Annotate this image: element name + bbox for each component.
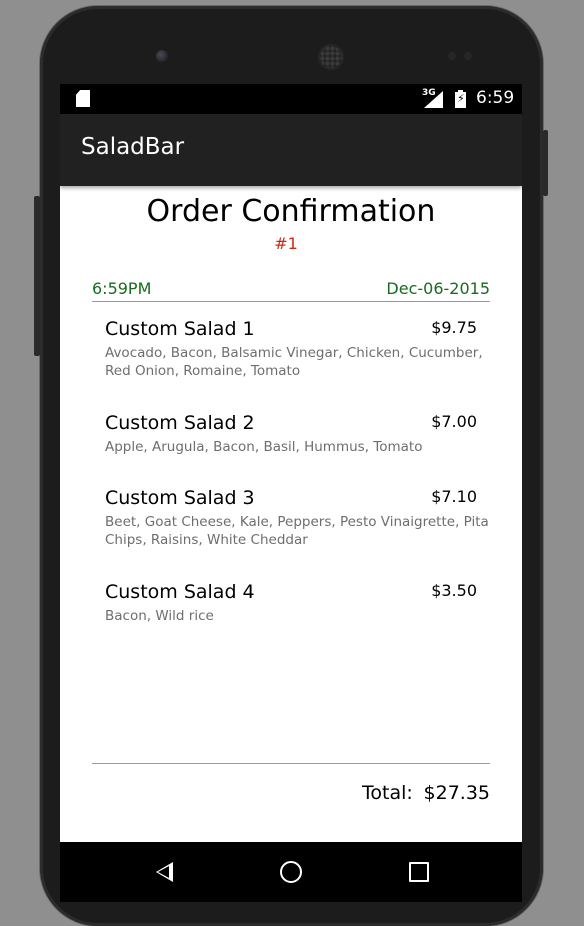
proximity-sensor [448,52,456,60]
device-screen: 3G ⚡ 6:59 SaladBar Order Confirmation #1… [60,84,522,902]
item-price: $9.75 [431,318,477,337]
back-icon [155,862,173,882]
order-number: #1 [274,234,298,253]
order-date: Dec-06-2015 [386,279,490,298]
volume-button [34,196,40,356]
item-name: Custom Salad 2 [105,412,255,434]
header-divider [92,301,490,302]
item-ingredients: Avocado, Bacon, Balsamic Vinegar, Chicke… [105,345,483,379]
app-bar: SaladBar [60,114,522,186]
page-title: Order Confirmation [146,194,436,229]
front-camera [156,50,168,62]
recent-apps-button[interactable] [379,842,459,902]
item-name: Custom Salad 1 [105,318,255,340]
item-ingredients: Beet, Goat Cheese, Kale, Peppers, Pesto … [105,514,489,548]
order-confirmation: Order Confirmation #1 6:59PM Dec-06-2015… [60,186,522,842]
home-button[interactable] [251,842,331,902]
item-ingredients: Apple, Arugula, Bacon, Basil, Hummus, To… [105,439,423,455]
app-title: SaladBar [81,134,185,160]
back-button[interactable] [124,842,204,902]
navigation-bar [60,842,522,902]
item-ingredients: Bacon, Wild rice [105,608,214,624]
item-price: $7.00 [431,412,477,431]
network-type: 3G [422,88,436,98]
battery-charging-icon: ⚡ [455,90,466,108]
power-button [543,130,548,196]
total-label: Total: [362,782,413,804]
total-divider [92,763,490,764]
status-bar: 3G ⚡ 6:59 [60,84,522,114]
earpiece-speaker [320,46,342,68]
item-name: Custom Salad 4 [105,581,255,603]
status-clock: 6:59 [476,88,515,108]
recent-apps-icon [409,862,429,882]
home-icon [280,861,302,883]
order-time: 6:59PM [92,279,152,298]
item-name: Custom Salad 3 [105,487,255,509]
item-price: $7.10 [431,487,477,506]
light-sensor [464,52,472,60]
sd-card-icon [76,90,90,107]
item-price: $3.50 [431,581,477,600]
total-value: $27.35 [423,782,490,804]
